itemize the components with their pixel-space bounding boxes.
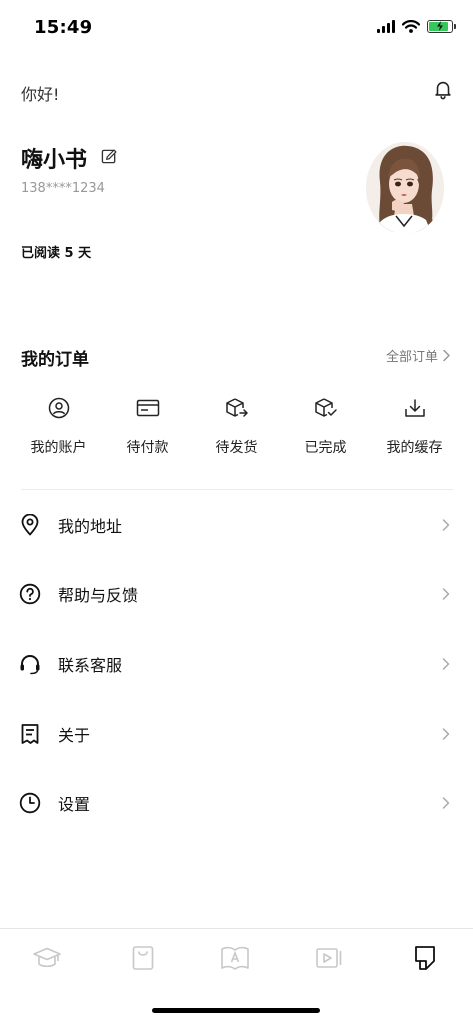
order-item-to-ship[interactable]: 待发货 [192,395,281,457]
chevron-right-icon [442,797,450,809]
menu-item-label: 帮助与反馈 [58,586,139,605]
cellular-signal-icon [377,20,395,33]
box-check-icon [313,395,339,421]
menu-item-help-feedback[interactable]: 帮助与反馈 [0,570,473,618]
download-icon [402,395,428,421]
edit-icon[interactable] [101,148,118,165]
chevron-right-icon [442,519,450,531]
chevron-right-icon [442,588,450,600]
order-item-label: 我的账户 [30,440,87,456]
user-circle-icon [46,395,72,421]
order-shortcuts: 我的账户 待付款 待发货 已完成 我的缓存 [14,395,459,457]
order-item-label: 待发货 [215,440,258,456]
greeting-text: 你好! [21,85,60,104]
status-bar: 15:49 [0,0,473,56]
home-indicator [152,1008,320,1013]
status-icons [377,20,456,33]
orders-title: 我的订单 [21,350,89,370]
order-item-unpaid[interactable]: 待付款 [103,395,192,457]
section-divider [21,489,453,490]
menu-item-settings[interactable]: 设置 [0,779,473,827]
headset-icon [19,653,41,675]
menu-item-address[interactable]: 我的地址 [0,501,473,549]
chevron-right-icon [442,728,450,740]
status-time: 15:49 [34,17,93,38]
graduation-cap-icon [33,947,61,968]
card-icon [135,395,161,421]
order-item-label: 已完成 [304,440,347,456]
tab-shop[interactable] [128,943,158,973]
tab-learn[interactable] [32,943,62,973]
all-orders-label: 全部订单 [385,350,438,365]
clock-icon [19,792,41,814]
location-pin-icon [19,514,41,536]
menu-item-label: 联系客服 [58,656,123,675]
read-days: 已阅读 5 天 [21,246,92,261]
video-icon [316,948,342,968]
box-arrow-icon [224,395,250,421]
tab-video[interactable] [314,943,344,973]
chevron-right-icon [442,658,450,670]
chevron-right-icon [443,349,450,362]
battery-icon [427,20,456,33]
profile-tab-icon [415,946,435,970]
order-item-completed[interactable]: 已完成 [281,395,370,457]
menu-item-label: 设置 [58,795,91,814]
avatar[interactable] [366,142,444,234]
tab-read[interactable] [220,943,250,973]
menu-item-label: 关于 [58,726,91,745]
bell-icon[interactable] [432,78,454,100]
username: 嗨小书 [21,148,88,173]
help-circle-icon [19,583,41,605]
order-item-label: 我的缓存 [386,440,443,456]
order-item-label: 待付款 [126,440,169,456]
shopping-bag-icon [132,946,154,970]
document-icon [19,723,41,745]
open-book-icon [221,946,249,970]
order-item-account[interactable]: 我的账户 [14,395,103,457]
all-orders-link[interactable]: 全部订单 [386,346,451,365]
phone-number: 138****1234 [21,181,105,196]
menu-item-customer-service[interactable]: 联系客服 [0,640,473,688]
menu-item-about[interactable]: 关于 [0,710,473,758]
menu-item-label: 我的地址 [58,517,123,536]
wifi-icon [402,20,420,33]
order-item-cache[interactable]: 我的缓存 [370,395,459,457]
tab-profile[interactable] [410,943,440,973]
